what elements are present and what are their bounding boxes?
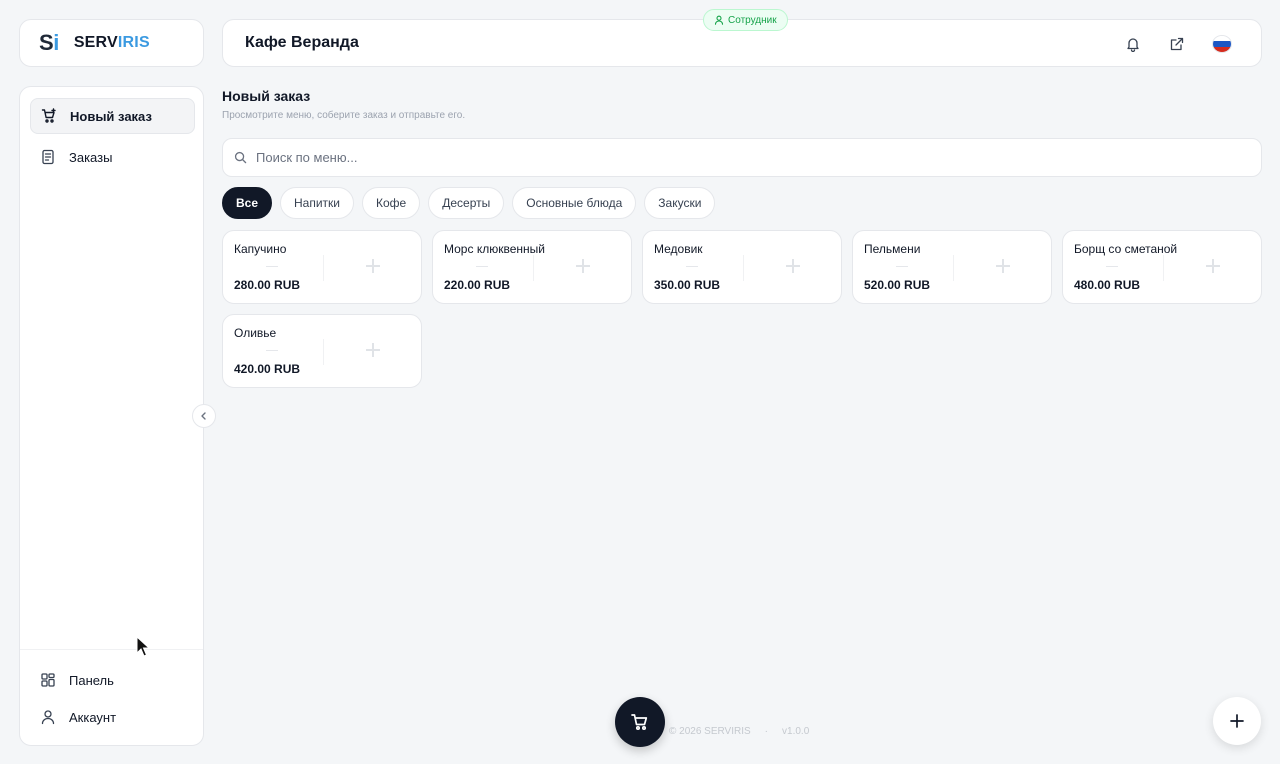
increase-quantity-button[interactable] <box>576 259 590 273</box>
footer: © 2026 SERVIRIS · v1.0.0 <box>669 726 809 737</box>
add-button[interactable] <box>1213 697 1261 745</box>
footer-version: v1.0.0 <box>782 726 810 737</box>
sidebar-item-label: Новый заказ <box>70 108 152 124</box>
cart-plus-icon <box>41 108 57 124</box>
increase-quantity-button[interactable] <box>996 259 1010 273</box>
decrease-quantity-button[interactable] <box>686 266 698 267</box>
decrease-quantity-button[interactable] <box>1106 266 1118 267</box>
increase-quantity-button[interactable] <box>786 259 800 273</box>
logo-text-b: IRIS <box>117 34 150 51</box>
category-all[interactable]: Все <box>222 187 273 219</box>
sidebar-item-label: Заказы <box>69 149 113 165</box>
menu-item-price: 350.00 RUB <box>654 278 721 292</box>
external-link-icon <box>1170 37 1184 51</box>
card-divider <box>323 339 324 365</box>
user-icon <box>714 15 724 25</box>
card-divider <box>743 255 744 281</box>
category-drinks[interactable]: Напитки <box>280 187 355 219</box>
menu-item-name: Пельмени <box>864 242 921 256</box>
russia-flag-icon[interactable] <box>1212 35 1232 53</box>
menu-item-name: Морс клюквенный <box>444 242 545 256</box>
role-badge: Сотрудник <box>703 9 788 31</box>
sidebar-divider <box>20 649 203 650</box>
menu-item-price: 520.00 RUB <box>864 278 931 292</box>
logo-text: SERVIRIS <box>74 34 150 52</box>
header: Кафе Веранда Сотрудник <box>222 9 1262 67</box>
role-badge-label: Сотрудник <box>728 14 777 26</box>
sidebar-collapse-button[interactable] <box>192 404 216 428</box>
category-coffee[interactable]: Кофе <box>362 187 421 219</box>
decrease-quantity-button[interactable] <box>266 350 278 351</box>
footer-copyright: © 2026 SERVIRIS <box>669 726 751 737</box>
page-title: Новый заказ <box>222 88 311 104</box>
increase-quantity-button[interactable] <box>1206 259 1220 273</box>
sidebar-item-orders[interactable]: Заказы <box>30 139 195 175</box>
menu-item-name: Оливье <box>234 326 277 340</box>
sidebar-item-label: Панель <box>69 672 114 688</box>
notifications-button[interactable] <box>1123 34 1143 54</box>
logo-mark-i: i <box>53 30 59 55</box>
sidebar: Новый заказ Заказы Панель Аккаунт <box>19 86 204 746</box>
menu-grid: Капучино 280.00 RUB Морс клюквенный 220.… <box>222 230 1262 388</box>
user-icon <box>40 709 56 725</box>
menu-item-card[interactable]: Морс клюквенный 220.00 RUB <box>432 230 632 304</box>
menu-item-name: Борщ со сметаной <box>1074 242 1178 256</box>
logo-mark-s: S <box>39 30 54 55</box>
chevron-left-icon <box>201 412 206 420</box>
logo-text-a: SERV <box>73 34 118 51</box>
open-external-button[interactable] <box>1167 34 1187 54</box>
menu-item-card[interactable]: Пельмени 520.00 RUB <box>852 230 1052 304</box>
venue-title: Кафе Веранда <box>245 34 359 51</box>
sidebar-item-new-order[interactable]: Новый заказ <box>30 98 195 134</box>
plus-icon <box>1230 714 1244 728</box>
category-filters: Все Напитки Кофе Десерты Основные блюда … <box>222 187 716 219</box>
increase-quantity-button[interactable] <box>366 343 380 357</box>
card-divider <box>1163 255 1164 281</box>
menu-item-name: Капучино <box>234 242 287 256</box>
search-bar[interactable] <box>222 138 1262 177</box>
sidebar-item-label: Аккаунт <box>69 709 117 725</box>
sidebar-item-dashboard[interactable]: Панель <box>30 662 195 698</box>
dashboard-icon <box>40 672 56 688</box>
card-divider <box>953 255 954 281</box>
card-divider <box>323 255 324 281</box>
menu-item-card[interactable]: Медовик 350.00 RUB <box>642 230 842 304</box>
search-input[interactable] <box>256 150 1261 165</box>
category-desserts[interactable]: Десерты <box>428 187 505 219</box>
cart-button[interactable] <box>615 697 665 747</box>
card-divider <box>533 255 534 281</box>
menu-item-card[interactable]: Борщ со сметаной 480.00 RUB <box>1062 230 1262 304</box>
menu-item-price: 480.00 RUB <box>1074 278 1141 292</box>
bell-icon <box>1127 38 1139 52</box>
menu-item-card[interactable]: Капучино 280.00 RUB <box>222 230 422 304</box>
receipt-icon <box>40 149 56 165</box>
logo[interactable]: Si SERVIRIS <box>19 19 204 67</box>
search-icon <box>234 151 247 164</box>
menu-item-price: 280.00 RUB <box>234 278 301 292</box>
cart-icon <box>631 714 648 731</box>
decrease-quantity-button[interactable] <box>476 266 488 267</box>
menu-item-name: Медовик <box>654 242 703 256</box>
page-subtitle: Просмотрите меню, соберите заказ и отпра… <box>222 110 466 121</box>
increase-quantity-button[interactable] <box>366 259 380 273</box>
menu-item-price: 220.00 RUB <box>444 278 511 292</box>
decrease-quantity-button[interactable] <box>896 266 908 267</box>
logo-mark: Si <box>39 30 59 56</box>
menu-item-price: 420.00 RUB <box>234 362 301 376</box>
mouse-cursor-icon <box>136 636 150 657</box>
menu-item-card[interactable]: Оливье 420.00 RUB <box>222 314 422 388</box>
decrease-quantity-button[interactable] <box>266 266 278 267</box>
footer-separator: · <box>764 726 769 737</box>
category-snacks[interactable]: Закуски <box>644 187 716 219</box>
sidebar-item-account[interactable]: Аккаунт <box>30 699 195 735</box>
category-main-dishes[interactable]: Основные блюда <box>512 187 637 219</box>
